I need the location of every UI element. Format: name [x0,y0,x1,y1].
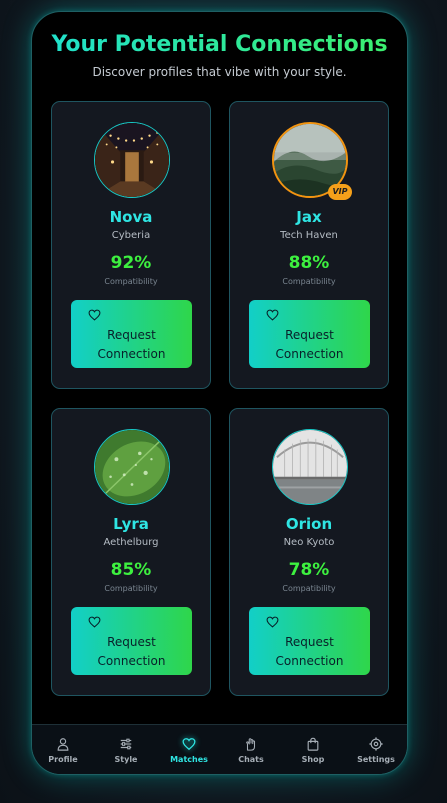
nav-label: Matches [170,755,208,764]
profile-location: Tech Haven [280,230,338,241]
nav-item-matches[interactable]: Matches [158,725,220,774]
person-icon [57,738,69,751]
page-title: Your Potential Connections [32,32,407,57]
nav-item-shop[interactable]: Shop [282,725,344,774]
profile-name: Lyra [113,515,149,533]
profile-name: Jax [296,208,322,226]
request-connection-button[interactable]: Request Connection [249,300,370,368]
nav-item-style[interactable]: Style [95,725,157,774]
heart-icon [266,309,279,321]
request-connection-button[interactable]: Request Connection [71,300,192,368]
sliders-icon [120,738,132,750]
vip-badge: VIP [328,184,352,200]
lit-street-photo [95,123,169,197]
nav-label: Shop [301,755,325,764]
nav-item-settings[interactable]: Settings [345,725,407,774]
request-connection-label: Request Connection [97,328,166,361]
nav-label: Chats [238,755,264,764]
app-screen: Your Potential Connections Discover prof… [31,11,408,775]
request-connection-label: Request Connection [275,328,344,361]
nav-label: Style [114,755,138,764]
profile-name: Nova [109,208,153,226]
profile-card-nova: Nova Cyberia 92% Compatibility Request C… [51,101,211,389]
heart-icon [88,309,101,321]
compatibility-score: 88% [288,253,330,273]
avatar[interactable] [94,122,170,198]
nav-label: Profile [48,755,78,764]
request-connection-button[interactable]: Request Connection [71,607,192,675]
heart-icon [266,616,279,628]
hand-icon [246,738,256,751]
profile-card-lyra: Lyra Aethelburg 85% Compatibility Reques… [51,408,211,696]
bridge-over-water-photo [273,430,347,504]
profile-name: Orion [285,515,333,533]
heart-icon [88,616,101,628]
compatibility-score: 92% [110,253,152,273]
compatibility-score: 78% [288,560,330,580]
heart-icon [182,738,196,751]
avatar[interactable] [272,429,348,505]
compatibility-label: Compatibility [282,277,336,286]
compatibility-label: Compatibility [104,584,158,593]
request-connection-label: Request Connection [275,635,344,668]
profile-location: Neo Kyoto [283,537,335,548]
nav-label: Settings [357,755,395,764]
compatibility-label: Compatibility [282,584,336,593]
nav-item-profile[interactable]: Profile [32,725,94,774]
compatibility-score: 85% [110,560,152,580]
request-connection-label: Request Connection [97,635,166,668]
profile-card-orion: Orion Neo Kyoto 78% Compatibility Reques… [229,408,389,696]
avatar[interactable] [94,429,170,505]
profile-card-jax: VIP Jax Tech Haven 88% Compatibility Req… [229,101,389,389]
nav-item-chats[interactable]: Chats [220,725,282,774]
request-connection-button[interactable]: Request Connection [249,607,370,675]
dewy-leaf-photo [95,430,169,504]
page-subtitle: Discover profiles that vibe with your st… [92,65,347,79]
profile-location: Cyberia [111,230,151,241]
shopping-bag-icon [307,737,319,751]
gear-icon [369,737,383,751]
bottom-nav: Profile Style Matches Chats Shop Setting… [32,724,407,774]
compatibility-label: Compatibility [104,277,158,286]
profile-location: Aethelburg [103,537,159,548]
